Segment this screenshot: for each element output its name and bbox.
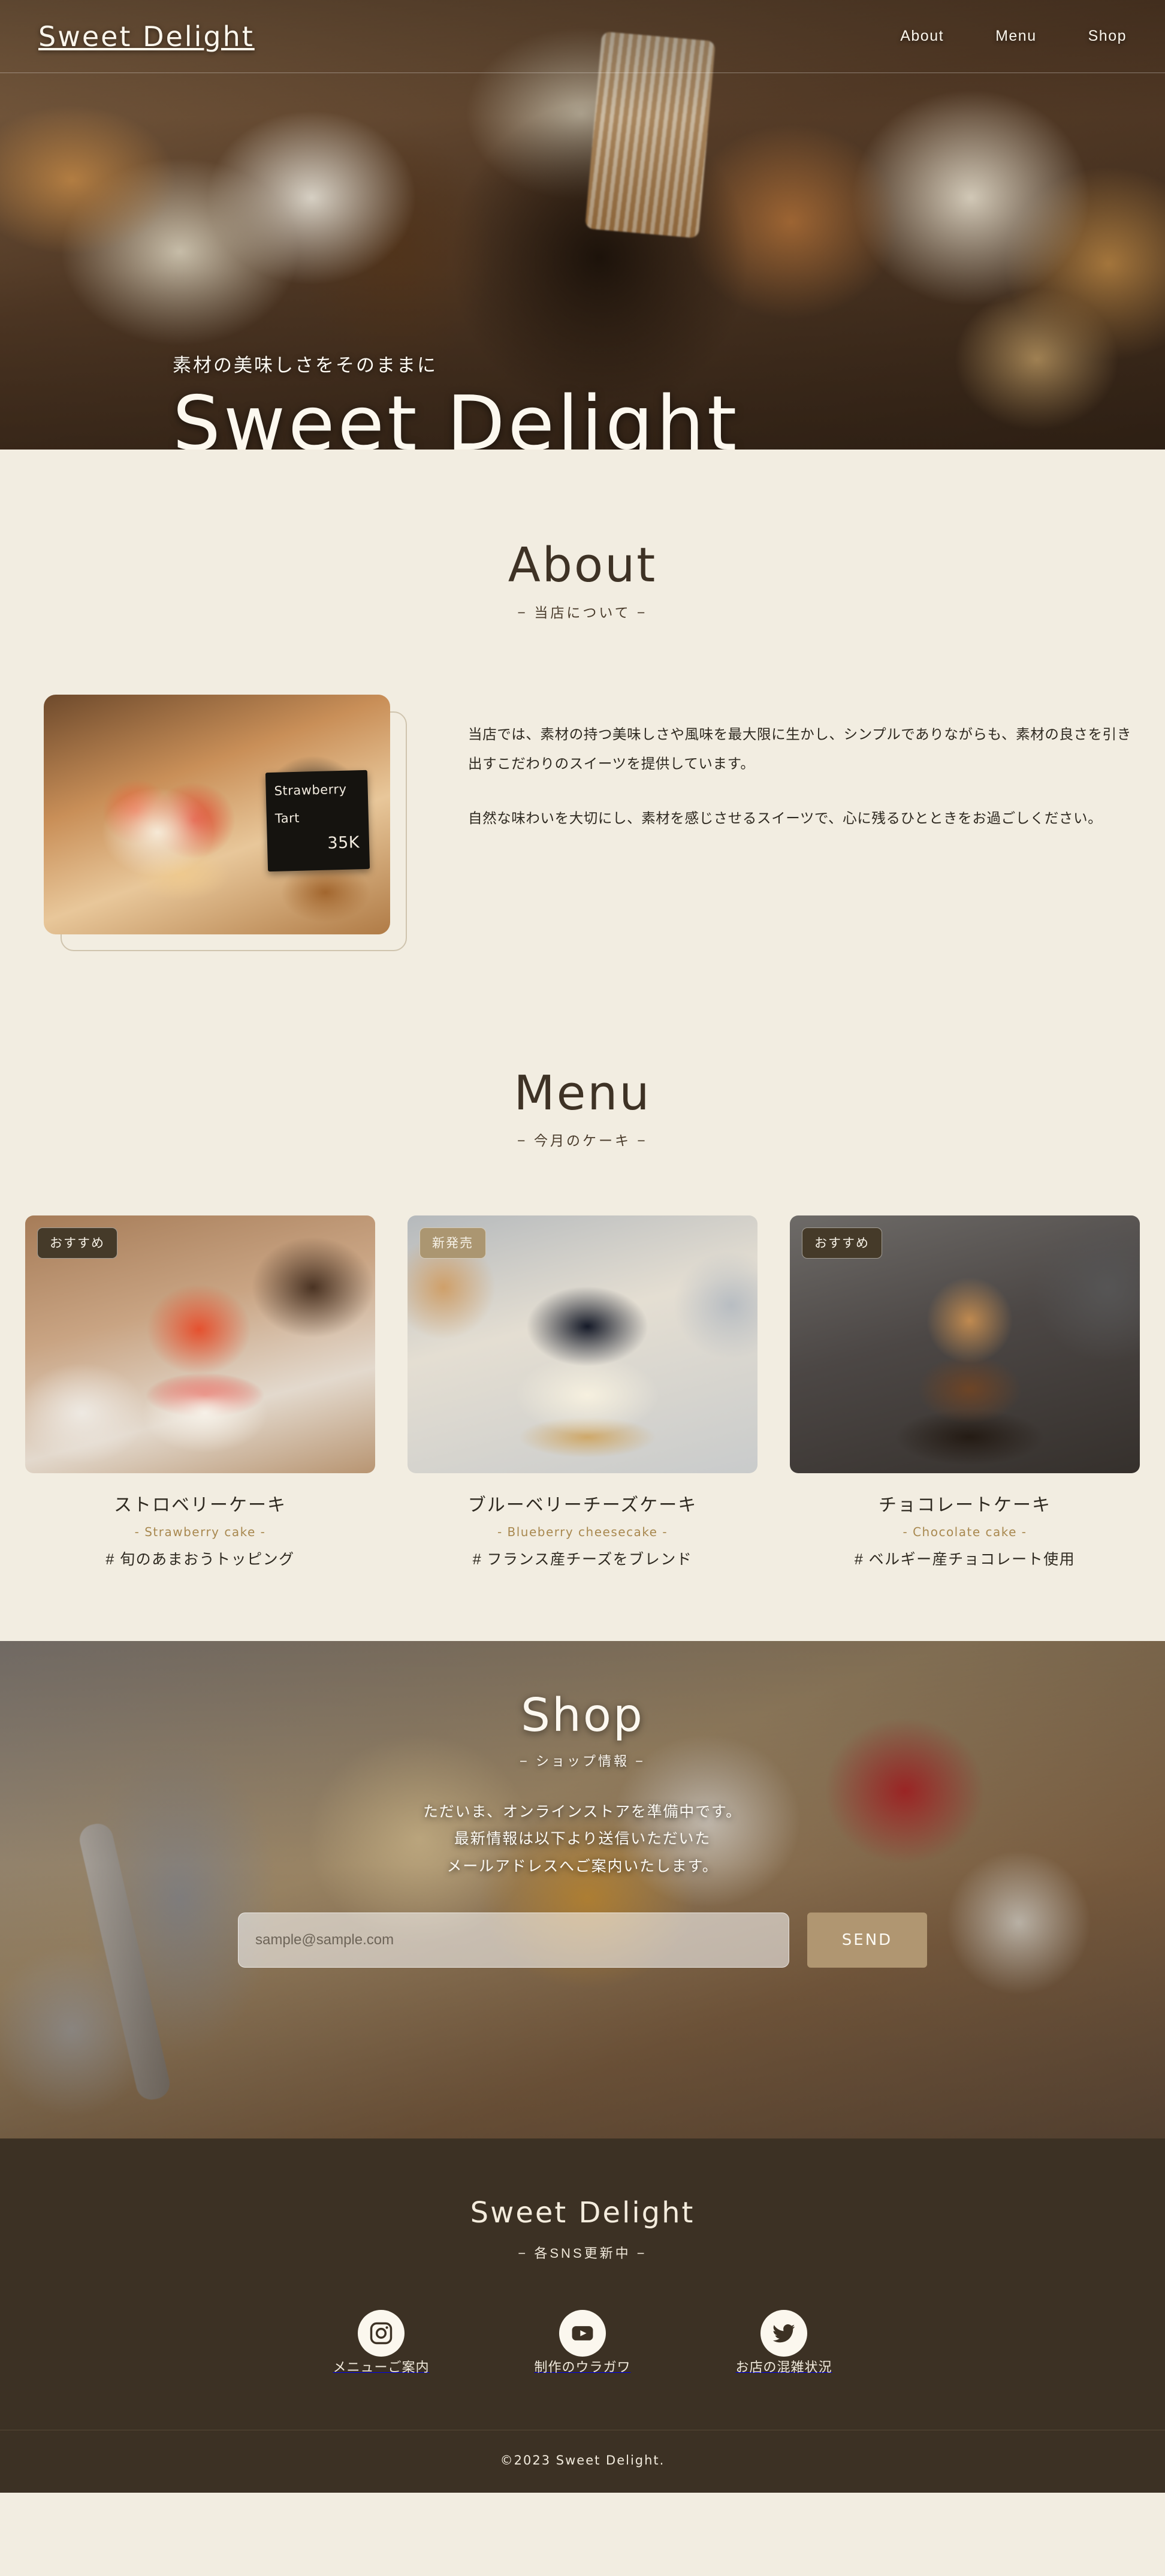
menu-card[interactable]: 新発売 ブルーベリーチーズケーキ - Blueberry cheesecake … <box>408 1215 757 1569</box>
copyright-text: ©2023 Sweet Delight. <box>500 2453 665 2468</box>
footer-subtitle: − 各SNS更新中 − <box>518 2245 647 2261</box>
footer: Sweet Delight − 各SNS更新中 − メニューご案内 制作のウラガ… <box>0 2138 1165 2493</box>
menu-card-badge: おすすめ <box>37 1227 117 1259</box>
chalkboard-price: 35K <box>327 832 360 853</box>
menu-card-name-en: - Blueberry cheesecake - <box>497 1524 668 1539</box>
social-links: メニューご案内 制作のウラガワ お店の混雑状況 <box>0 2309 1165 2376</box>
shop-line-2: 最新情報は以下より送信いただいた <box>454 1830 711 1848</box>
menu-subtitle: − 今月のケーキ − <box>517 1132 648 1148</box>
menu-card-image[interactable]: おすすめ <box>790 1215 1140 1473</box>
about-heading-group: About − 当店について − <box>0 539 1165 622</box>
shop-line-1: ただいま、オンラインストアを準備中です。 <box>422 1803 742 1820</box>
shop-description: ただいま、オンラインストアを準備中です。 最新情報は以下より送信いただいた メー… <box>0 1799 1165 1881</box>
footer-bottom-bar: ©2023 Sweet Delight. <box>0 2429 1165 2493</box>
menu-card[interactable]: おすすめ チョコレートケーキ - Chocolate cake - # ベルギー… <box>790 1215 1140 1569</box>
nav-links: About Menu Shop <box>900 28 1127 45</box>
menu-card-image[interactable]: 新発売 <box>408 1215 757 1473</box>
twitter-icon <box>760 2309 807 2357</box>
menu-card-tag: # ベルギー産チョコレート使用 <box>854 1551 1076 1568</box>
social-label-youtube: 制作のウラガワ <box>534 2359 631 2375</box>
menu-card-caption: ブルーベリーチーズケーキ - Blueberry cheesecake - # … <box>408 1473 757 1569</box>
chalkboard-line-2: Tart <box>274 811 300 827</box>
youtube-icon <box>559 2309 606 2357</box>
newsletter-form: SEND <box>238 1913 927 1968</box>
social-link-youtube[interactable]: 制作のウラガワ <box>532 2309 633 2376</box>
social-label-twitter: お店の混雑状況 <box>735 2359 832 2375</box>
menu-card-name-en: - Chocolate cake - <box>903 1524 1027 1539</box>
menu-card-name-en: - Strawberry cake - <box>134 1524 266 1539</box>
shop-title: Shop <box>521 1688 644 1742</box>
menu-heading-group: Menu − 今月のケーキ − <box>0 1067 1165 1150</box>
shop-section: Shop − ショップ情報 − ただいま、オンラインストアを準備中です。 最新情… <box>0 1640 1165 2138</box>
nav-item-shop[interactable]: Shop <box>1088 28 1127 45</box>
menu-card-name: チョコレートケーキ <box>879 1495 1051 1515</box>
shop-content: Shop − ショップ情報 − ただいま、オンラインストアを準備中です。 最新情… <box>0 1641 1165 1968</box>
about-figure: Strawberry Tart 35K <box>44 694 407 951</box>
about-title: About <box>508 538 657 593</box>
social-label-instagram: メニューご案内 <box>333 2359 430 2375</box>
about-text: 当店では、素材の持つ美味しさや風味を最大限に生かし、シンプルでありながらも、素材… <box>390 695 1137 833</box>
about-section: About − 当店について − Strawberry Tart 35K 当店で… <box>0 450 1165 958</box>
site-logo[interactable]: Sweet Delight <box>38 20 255 53</box>
send-button[interactable]: SEND <box>807 1913 927 1968</box>
about-subtitle: − 当店について − <box>517 604 648 620</box>
about-paragraph-1: 当店では、素材の持つ美味しさや風味を最大限に生かし、シンプルでありながらも、素材… <box>468 726 1131 771</box>
menu-card[interactable]: おすすめ ストロベリーケーキ - Strawberry cake - # 旬のあ… <box>25 1215 375 1569</box>
menu-card-badge: 新発売 <box>419 1227 486 1259</box>
menu-card-caption: チョコレートケーキ - Chocolate cake - # ベルギー産チョコレ… <box>790 1473 1140 1569</box>
social-link-twitter[interactable]: お店の混雑状況 <box>733 2309 835 2376</box>
hero-title: Sweet Delight <box>173 379 740 450</box>
hero-copy: 素材の美味しさをそのままに Sweet Delight <box>173 350 740 450</box>
about-image: Strawberry Tart 35K <box>44 694 390 934</box>
about-body: Strawberry Tart 35K 当店では、素材の持つ美味しさや風味を最大… <box>28 694 1137 951</box>
nav-item-about[interactable]: About <box>900 28 944 45</box>
menu-grid: おすすめ ストロベリーケーキ - Strawberry cake - # 旬のあ… <box>25 1215 1140 1569</box>
menu-card-caption: ストロベリーケーキ - Strawberry cake - # 旬のあまおうトッ… <box>25 1473 375 1569</box>
menu-title: Menu <box>514 1065 651 1121</box>
menu-card-tag: # フランス産チーズをブレンド <box>472 1551 693 1568</box>
menu-card-image[interactable]: おすすめ <box>25 1215 375 1473</box>
email-input[interactable] <box>238 1913 789 1968</box>
about-chalkboard: Strawberry Tart 35K <box>265 770 370 872</box>
footer-brand: Sweet Delight <box>470 2195 695 2230</box>
menu-section: Menu − 今月のケーキ − おすすめ ストロベリーケーキ - Strawbe… <box>0 958 1165 1641</box>
shop-line-3: メールアドレスへご案内いたします。 <box>446 1857 719 1875</box>
main-navbar: Sweet Delight About Menu Shop <box>0 0 1165 73</box>
menu-card-name: ブルーベリーチーズケーキ <box>467 1495 698 1515</box>
hero-tagline: 素材の美味しさをそのままに <box>173 355 437 376</box>
social-link-instagram[interactable]: メニューご案内 <box>330 2309 432 2376</box>
hero-section: Sweet Delight About Menu Shop 素材の美味しさをその… <box>0 0 1165 450</box>
menu-card-name: ストロベリーケーキ <box>114 1495 286 1515</box>
shop-subtitle: − ショップ情報 − <box>520 1753 645 1769</box>
instagram-icon <box>358 2309 405 2357</box>
nav-item-menu[interactable]: Menu <box>995 28 1037 45</box>
menu-card-badge: おすすめ <box>802 1227 882 1259</box>
chalkboard-line-1: Strawberry <box>274 782 347 798</box>
about-paragraph-2: 自然な味わいを大切にし、素材を感じさせるスイーツで、心に残るひとときをお過ごしく… <box>468 810 1103 826</box>
menu-card-tag: # 旬のあまおうトッピング <box>105 1551 295 1568</box>
